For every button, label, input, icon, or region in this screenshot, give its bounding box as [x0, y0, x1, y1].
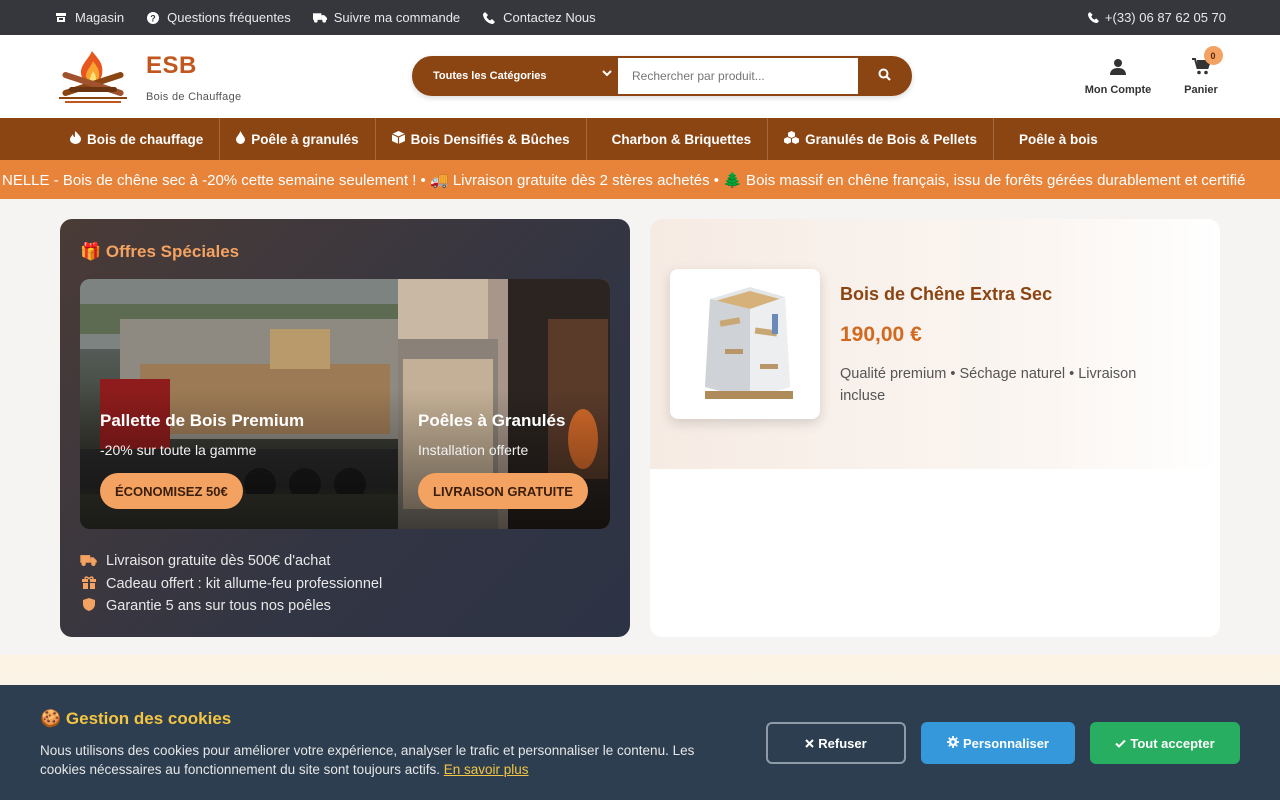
- nav-item-charbon[interactable]: Charbon & Briquettes: [587, 118, 769, 160]
- search-input[interactable]: [618, 58, 858, 94]
- cube-icon: [391, 131, 405, 147]
- store-icon: [54, 12, 68, 24]
- nav-item-label: Poêle à granulés: [251, 131, 359, 147]
- promo-banners: Pallette de Bois Premium -20% sur toute …: [80, 279, 610, 529]
- cookie-description: Nous utilisons des cookies pour améliore…: [40, 743, 695, 777]
- nav-item-label: Poêle à bois: [1018, 131, 1098, 147]
- promo-banner-pellet-stove[interactable]: Poêles à Granulés Installation offerte L…: [398, 279, 610, 529]
- promo-save-button[interactable]: ÉCONOMISEZ 50€: [100, 473, 243, 509]
- faq-link[interactable]: ? Questions fréquentes: [146, 10, 291, 25]
- customize-cookies-button[interactable]: Personnaliser: [921, 722, 1075, 764]
- product-description: Qualité premium • Séchage naturel • Livr…: [840, 366, 1137, 404]
- store-link[interactable]: Magasin: [54, 10, 124, 25]
- product-image[interactable]: [670, 269, 820, 419]
- phone-number-text: +(33) 06 87 62 05 70: [1104, 10, 1226, 25]
- cart-count-badge: 0: [1203, 46, 1223, 65]
- shield-icon: [80, 598, 97, 614]
- nav-item-label: Charbon & Briquettes: [611, 131, 752, 147]
- contact-link-label: Contactez Nous: [503, 10, 596, 25]
- question-circle-icon: ?: [146, 11, 160, 24]
- fire-icon: [70, 131, 81, 147]
- special-offers-card: 🎁 Offres Spéciales Pallette de Bois Prem…: [60, 219, 630, 637]
- track-order-link[interactable]: Suivre ma commande: [312, 10, 461, 25]
- flame-drop-icon: [236, 131, 246, 147]
- track-order-link-label: Suivre ma commande: [333, 10, 461, 25]
- site-header: ESB Bois de Chauffage Toutes les Catégor…: [0, 35, 1280, 118]
- nav-item-label: Granulés de Bois & Pellets: [805, 131, 977, 147]
- benefits-list: Livraison gratuite dès 500€ d'achat Cade…: [80, 550, 610, 618]
- benefit-text: Livraison gratuite dès 500€ d'achat: [106, 553, 331, 570]
- accept-label: Tout accepter: [1130, 735, 1215, 751]
- cart-button[interactable]: 0 Panier: [1183, 46, 1223, 96]
- refuse-cookies-button[interactable]: Refuser: [766, 722, 906, 764]
- chevron-down-icon: [602, 69, 612, 80]
- logo[interactable]: [55, 47, 130, 109]
- account-label: Mon Compte: [1084, 84, 1152, 96]
- search-bar: Toutes les Catégories: [412, 56, 912, 96]
- contact-link[interactable]: Contactez Nous: [482, 10, 596, 25]
- gift-icon: [80, 576, 97, 592]
- truck-icon: [312, 12, 327, 24]
- promo-subtitle: -20% sur toute la gamme: [100, 442, 257, 458]
- faq-link-label: Questions fréquentes: [167, 10, 291, 25]
- product-price: 190,00 €: [840, 323, 922, 346]
- benefit-text: Garantie 5 ans sur tous nos poêles: [106, 598, 331, 615]
- refuse-label: Refuser: [818, 735, 867, 751]
- benefit-item: Livraison gratuite dès 500€ d'achat: [80, 550, 610, 573]
- cookie-banner-text: Nous utilisons des cookies pour améliore…: [40, 741, 740, 779]
- account-button[interactable]: Mon Compte: [1083, 58, 1153, 96]
- search-icon: [878, 68, 891, 84]
- phone-icon: [482, 11, 496, 24]
- gear-icon: [947, 735, 959, 751]
- check-icon: [1115, 736, 1127, 751]
- accept-all-cookies-button[interactable]: Tout accepter: [1090, 722, 1240, 764]
- cubes-icon: [784, 131, 800, 147]
- store-link-label: Magasin: [75, 10, 125, 25]
- phone-icon: [1087, 12, 1101, 24]
- benefit-item: Garantie 5 ans sur tous nos poêles: [80, 595, 610, 618]
- nav-item-granules-pellets[interactable]: Granulés de Bois & Pellets: [768, 118, 994, 160]
- customize-label: Personnaliser: [963, 735, 1049, 751]
- benefit-text: Cadeau offert : kit allume-feu professio…: [106, 575, 383, 592]
- special-offers-title: 🎁 Offres Spéciales: [80, 242, 240, 261]
- brand-tagline: Bois de Chauffage: [146, 91, 242, 103]
- main-nav: Bois de chauffage Poêle à granulés Bois …: [0, 118, 1280, 160]
- top-bar: Magasin ? Questions fréquentes Suivre ma…: [0, 0, 1280, 35]
- promo-free-delivery-button[interactable]: LIVRAISON GRATUITE: [418, 473, 588, 509]
- nav-item-poele-a-bois[interactable]: Poêle à bois: [994, 118, 1114, 160]
- nav-item-label: Bois Densifiés & Bûches: [410, 131, 570, 147]
- phone-number[interactable]: +(33) 06 87 62 05 70: [1087, 10, 1226, 25]
- promo-title: Pallette de Bois Premium: [100, 411, 305, 430]
- featured-product-card[interactable]: Bois de Chêne Extra Sec 190,00 € Qualité…: [650, 219, 1220, 637]
- wood-pallet-image: [705, 287, 793, 399]
- search-button[interactable]: [858, 58, 910, 94]
- nav-item-label: Bois de chauffage: [87, 131, 204, 147]
- user-icon: [1110, 59, 1126, 79]
- promo-subtitle: Installation offerte: [418, 442, 529, 458]
- learn-more-link[interactable]: En savoir plus: [444, 762, 529, 777]
- brand[interactable]: ESB Bois de Chauffage: [146, 52, 241, 103]
- nav-item-bois-de-chauffage[interactable]: Bois de chauffage: [54, 118, 221, 160]
- product-name[interactable]: Bois de Chêne Extra Sec: [840, 284, 1052, 305]
- top-links: Magasin ? Questions fréquentes Suivre ma…: [54, 10, 596, 25]
- cart-icon-wrap: 0: [1191, 46, 1223, 80]
- truck-icon: [80, 554, 97, 569]
- promo-title: Poêles à Granulés: [418, 411, 566, 430]
- category-select[interactable]: Toutes les Catégories: [414, 58, 618, 94]
- cart-label: Panier: [1184, 84, 1218, 96]
- cart-icon: [1191, 58, 1211, 79]
- promo-ticker-text: NELLE - Bois de chêne sec à -20% cette s…: [2, 171, 1246, 189]
- benefit-item: Cadeau offert : kit allume-feu professio…: [80, 573, 610, 596]
- cookie-banner: 🍪 Gestion des cookies Nous utilisons des…: [0, 685, 1280, 800]
- brand-name: ESB: [146, 52, 197, 79]
- nav-item-bois-densifies[interactable]: Bois Densifiés & Bûches: [376, 118, 587, 160]
- cookie-banner-title: 🍪 Gestion des cookies: [40, 709, 232, 728]
- promo-banner-pallet[interactable]: Pallette de Bois Premium -20% sur toute …: [80, 279, 398, 529]
- svg-text:?: ?: [150, 13, 156, 23]
- promo-ticker: NELLE - Bois de chêne sec à -20% cette s…: [0, 160, 1280, 199]
- nav-item-poele-a-granules[interactable]: Poêle à granulés: [220, 118, 376, 160]
- close-icon: [805, 736, 814, 751]
- category-select-value: Toutes les Catégories: [433, 70, 547, 82]
